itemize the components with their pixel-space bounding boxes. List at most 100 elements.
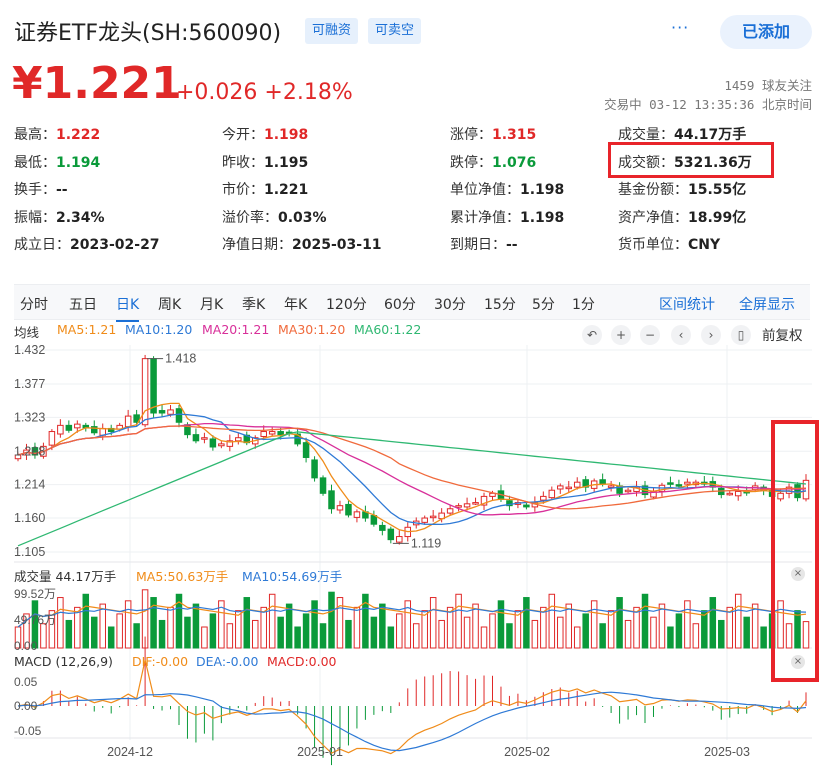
candle-body: [565, 486, 573, 490]
volume-bar: [379, 603, 386, 649]
volume-bar: [192, 603, 200, 649]
volume-bar: [421, 610, 428, 649]
candle-body: [277, 431, 284, 436]
candle-body: [548, 489, 556, 499]
volume-bar: [243, 597, 251, 649]
macd-tick-label: -0.05: [14, 724, 42, 738]
volume-bar: [158, 619, 166, 649]
candle-body: [370, 515, 378, 525]
candle-body: [353, 511, 361, 518]
y-tick-label: 1.105: [14, 545, 45, 559]
candle-body: [218, 443, 225, 447]
volume-bar: [353, 606, 361, 649]
volume-bar: [396, 613, 403, 649]
volume-bar: [285, 603, 293, 649]
extreme-label: 1.119: [411, 536, 441, 550]
candle-body: [446, 508, 454, 514]
volume-bar: [607, 610, 615, 649]
candle-body: [421, 517, 428, 523]
volume-bar: [167, 606, 174, 649]
volume-bar: [514, 610, 522, 649]
volume-bar: [582, 613, 589, 649]
candle-body: [396, 536, 403, 543]
volume-bar: [557, 616, 564, 649]
volume-bar: [226, 623, 234, 649]
x-axis-label: 2025-02: [504, 745, 550, 759]
dea-line: [17, 691, 807, 752]
volume-bar: [540, 606, 547, 649]
volume-bar: [701, 610, 708, 649]
candle-body: [124, 415, 132, 428]
volume-bar: [82, 593, 90, 649]
y-tick-label: 1.214: [14, 478, 45, 492]
volume-bar: [573, 626, 581, 649]
macd-tick-label: 0.05: [14, 675, 38, 689]
candle-body: [336, 505, 344, 511]
latest-candles-highlight: [771, 420, 819, 682]
candle-body: [463, 503, 471, 508]
volume-bar: [277, 616, 284, 649]
volume-bar: [760, 626, 767, 649]
candle-body: [48, 431, 56, 446]
candle-body: [675, 484, 683, 487]
candle-body: [201, 437, 208, 440]
volume-tick-label: 99.52万: [14, 587, 56, 601]
candle-body: [319, 477, 327, 494]
candle-body: [74, 423, 81, 429]
volume-bar: [116, 613, 123, 649]
volume-bar: [345, 619, 352, 649]
volume-tick-label: 49.76万: [14, 613, 56, 627]
y-tick-label: 1.268: [14, 444, 45, 458]
volume-bar: [438, 619, 445, 649]
extreme-label: 1.418: [165, 352, 196, 366]
volume-bar: [251, 619, 259, 649]
x-axis-label: 2024-12: [107, 745, 153, 759]
candle-body: [684, 481, 691, 485]
volume-bar: [446, 606, 454, 649]
volume-bar: [650, 616, 657, 649]
volume-bar: [726, 606, 733, 649]
candle-body: [573, 481, 581, 488]
candle-body: [726, 492, 733, 496]
volume-bar: [57, 597, 64, 649]
candle-body: [599, 479, 606, 485]
volume-bar: [667, 626, 674, 649]
volume-bar: [480, 626, 488, 649]
volume-bar: [692, 623, 700, 649]
kline-chart[interactable]: 1.432 1.377 1.323 1.268 1.214 1.160 1.105 1.418…: [0, 0, 820, 770]
volume-bar: [463, 616, 471, 649]
candle-body: [167, 409, 174, 415]
candle-body: [268, 431, 276, 435]
volume-bar: [235, 610, 242, 649]
volume-bar: [751, 603, 759, 649]
candle-body: [302, 442, 310, 458]
volume-tick-label: 0.00: [14, 639, 38, 653]
dif-line: [17, 659, 807, 755]
volume-bar: [497, 600, 505, 649]
candle-body: [345, 503, 352, 516]
volume-bar: [201, 626, 208, 649]
volume-bar: [633, 606, 640, 649]
volume-bar: [124, 600, 132, 649]
candle-body: [57, 424, 64, 435]
candle-body: [607, 485, 615, 488]
candle-body: [328, 490, 335, 510]
candle-body: [624, 489, 632, 493]
volume-bar: [65, 619, 73, 649]
volume-bar: [107, 626, 115, 649]
volume-bar: [294, 626, 301, 649]
candle-body: [387, 528, 395, 541]
x-axis-label: 2025-03: [704, 745, 750, 759]
candle-body: [260, 431, 267, 437]
volume-bar: [455, 593, 462, 649]
volume-bar: [641, 593, 649, 649]
candle-body: [557, 485, 564, 490]
volume-bar: [565, 603, 573, 649]
y-tick-label: 1.377: [14, 377, 45, 391]
volume-bar: [91, 616, 98, 649]
candle-body: [65, 424, 73, 431]
y-tick-label: 1.323: [14, 410, 45, 424]
volume-bar: [599, 623, 606, 649]
volume-bar: [268, 593, 276, 649]
y-tick-label: 1.432: [14, 343, 45, 357]
